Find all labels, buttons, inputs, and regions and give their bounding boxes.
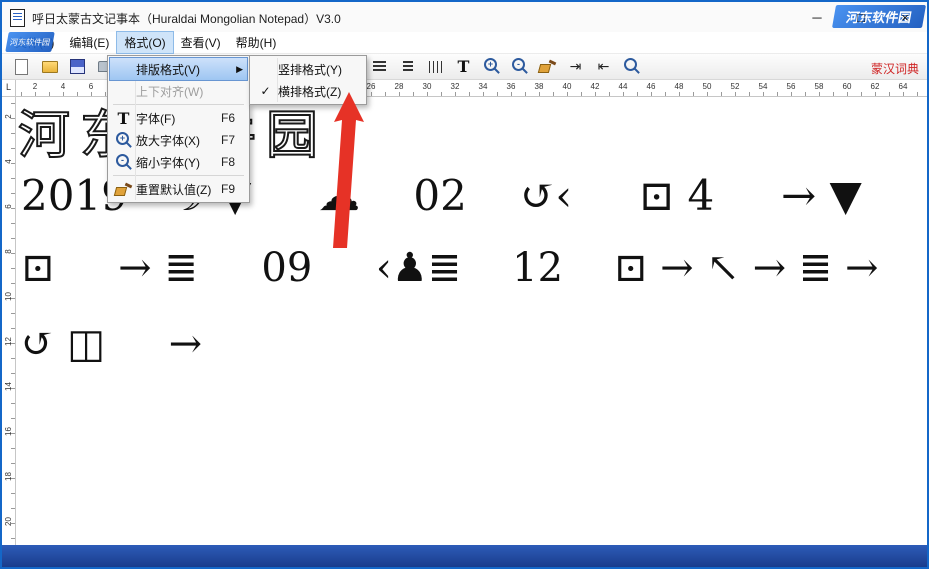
h-ruler-number: 48 <box>669 82 689 91</box>
minimize-button[interactable]: ─ <box>795 2 839 32</box>
h-ruler-number: 4 <box>53 82 73 91</box>
v-ruler-number: 18 <box>4 470 13 483</box>
document-text-line: ↺ ◫ → <box>21 321 202 367</box>
menu-item-vertical-format[interactable]: 竖排格式(Y) <box>252 58 364 80</box>
mongolian-chinese-dictionary-button[interactable]: 蒙汉词典 <box>871 60 919 77</box>
center-horizontal-icon[interactable]: ⇤ <box>594 57 613 76</box>
align-left-icon[interactable] <box>398 57 417 76</box>
ruler-marks-icon[interactable] <box>426 57 445 76</box>
vertical-ruler: 2 4 6 8 10 12 14 16 18 20 <box>2 97 16 545</box>
h-ruler-number: 58 <box>809 82 829 91</box>
h-ruler-number: 36 <box>501 82 521 91</box>
menu-edit[interactable]: 编辑(E) <box>62 32 116 53</box>
h-ruler-number: 42 <box>585 82 605 91</box>
toolbar-file-group <box>12 57 115 76</box>
menu-help[interactable]: 帮助(H) <box>229 32 284 53</box>
h-ruler-number: 34 <box>473 82 493 91</box>
status-bar <box>2 545 927 567</box>
h-ruler-number: 54 <box>753 82 773 91</box>
h-ruler-number: 32 <box>445 82 465 91</box>
v-ruler-number: 2 <box>4 110 13 123</box>
font-button[interactable]: T <box>454 57 473 76</box>
h-ruler-number: 60 <box>837 82 857 91</box>
h-ruler-number: 64 <box>893 82 913 91</box>
submenu-arrow-icon: ▶ <box>236 64 243 75</box>
menu-format[interactable]: 格式(O) <box>117 32 172 53</box>
annotation-arrow <box>322 90 374 252</box>
menu-item-font[interactable]: T 字体(F) F6 <box>110 107 247 129</box>
menu-separator <box>113 104 244 105</box>
app-icon <box>10 9 25 27</box>
ruler-corner-tab-selector[interactable]: L <box>2 80 16 97</box>
h-ruler-number: 38 <box>529 82 549 91</box>
check-icon: ✓ <box>260 84 270 98</box>
menu-bar: 文件(F) 编辑(E) 格式(O) 查看(V) 帮助(H) <box>2 32 927 54</box>
menu-item-vertical-align: 上下对齐(W) <box>110 80 247 102</box>
v-ruler-number: 12 <box>4 335 13 348</box>
menu-item-zoom-in-font[interactable]: + 放大字体(X) F7 <box>110 129 247 151</box>
h-ruler-number: 62 <box>865 82 885 91</box>
zoom-in-icon[interactable]: + <box>482 57 501 76</box>
menu-separator <box>113 175 244 176</box>
caption-buttons: ─ □ × <box>795 2 927 32</box>
menu-item-reset-default[interactable]: 重置默认值(Z) F9 <box>110 178 247 200</box>
h-ruler-number: 52 <box>725 82 745 91</box>
zoom-out-icon: - <box>115 154 132 171</box>
v-ruler-number: 20 <box>4 515 13 528</box>
h-ruler-number: 6 <box>81 82 101 91</box>
v-ruler-number: 16 <box>4 425 13 438</box>
v-ruler-number: 8 <box>4 245 13 258</box>
app-window: 呼日太蒙古文记事本（Huraldai Mongolian Notepad）V3.… <box>0 0 929 569</box>
close-button[interactable]: × <box>883 2 927 32</box>
h-ruler-number: 2 <box>25 82 45 91</box>
menu-item-layout-format[interactable]: 排版格式(V) ▶ <box>110 58 247 80</box>
site-watermark-top-left: 河东软件园 <box>5 32 55 52</box>
document-text-line: ⊡ → ≣ 09 ‹♟≣ 12 ⊡ → ↖ → ≣ → 03 <box>21 245 927 291</box>
h-ruler-number: 30 <box>417 82 437 91</box>
v-ruler-number: 6 <box>4 200 13 213</box>
center-vertical-icon[interactable]: ⇥ <box>566 57 585 76</box>
title-bar: 呼日太蒙古文记事本（Huraldai Mongolian Notepad）V3.… <box>2 2 927 32</box>
h-ruler-number: 46 <box>641 82 661 91</box>
format-brush-icon[interactable] <box>538 57 557 76</box>
zoom-out-icon[interactable]: - <box>510 57 529 76</box>
h-ruler-number: 40 <box>557 82 577 91</box>
h-ruler-number: 44 <box>613 82 633 91</box>
menu-item-zoom-out-font[interactable]: - 缩小字体(Y) F8 <box>110 151 247 173</box>
maximize-button[interactable]: □ <box>839 2 883 32</box>
menu-view[interactable]: 查看(V) <box>174 32 228 53</box>
reset-brush-icon <box>115 183 132 196</box>
format-menu-dropdown: 排版格式(V) ▶ 上下对齐(W) T 字体(F) F6 + 放大字体(X) F… <box>107 55 250 203</box>
h-ruler-number: 28 <box>389 82 409 91</box>
window-title: 呼日太蒙古文记事本（Huraldai Mongolian Notepad）V3.… <box>32 10 341 27</box>
save-icon[interactable] <box>68 57 87 76</box>
v-ruler-number: 4 <box>4 155 13 168</box>
h-ruler-number: 50 <box>697 82 717 91</box>
open-folder-icon[interactable] <box>40 57 59 76</box>
v-ruler-number: 14 <box>4 380 13 393</box>
toolbar-format-group: T + - ⇥ ⇤ <box>370 57 641 76</box>
v-ruler-number: 10 <box>4 290 13 303</box>
find-icon[interactable] <box>622 57 641 76</box>
new-file-icon[interactable] <box>12 57 31 76</box>
h-ruler-number: 56 <box>781 82 801 91</box>
font-T-icon: T <box>118 109 130 128</box>
zoom-in-icon: + <box>115 132 132 149</box>
align-justify-icon[interactable] <box>370 57 389 76</box>
